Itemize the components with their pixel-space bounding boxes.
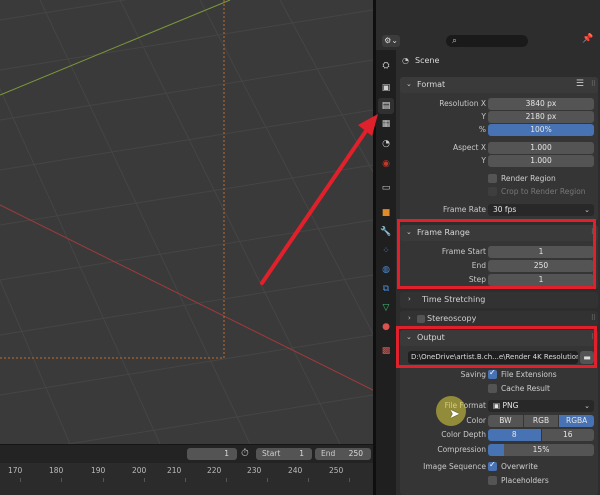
- frame-range-highlight: [397, 219, 596, 289]
- output-path-highlight: [396, 326, 597, 368]
- mouse-cursor-icon: ➤: [449, 407, 460, 422]
